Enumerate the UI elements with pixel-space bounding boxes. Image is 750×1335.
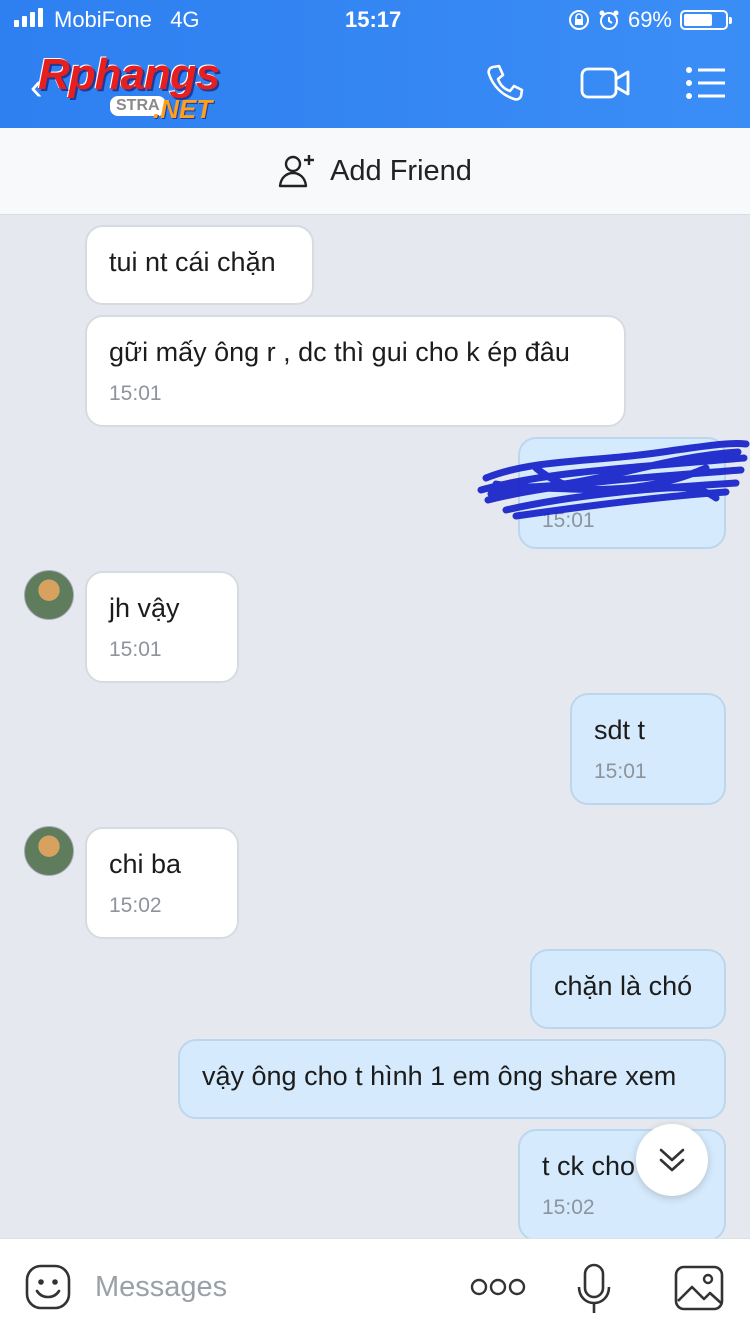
- message-bubble[interactable]: sdt t 15:01: [570, 693, 726, 805]
- avatar[interactable]: [24, 826, 74, 876]
- message-text: chi ba: [109, 849, 182, 879]
- message-text: sdt t: [594, 715, 646, 745]
- message-time: 15:01: [109, 638, 162, 661]
- message-bubble[interactable]: tui nt cái chặn: [85, 225, 314, 305]
- message-time: 15:01: [109, 382, 162, 405]
- image-icon[interactable]: [674, 1265, 724, 1311]
- battery-icon: [680, 10, 732, 30]
- message-input[interactable]: Messages: [95, 1271, 227, 1304]
- message-input-bar: Messages: [0, 1238, 750, 1335]
- message-bubble[interactable]: chi ba 15:02: [85, 827, 239, 939]
- sticker-icon[interactable]: [24, 1263, 72, 1311]
- message-text: jh vậy: [109, 593, 180, 623]
- alarm-icon: [599, 10, 619, 30]
- top-bar: MobiFone 4G 15:17 69% ‹ Rphangs STRA .NE…: [0, 0, 750, 128]
- logo-main: Rphangs: [38, 50, 220, 99]
- status-bar: MobiFone 4G 15:17 69%: [0, 0, 750, 40]
- logo-suffix: .NET: [153, 94, 213, 124]
- message-bubble[interactable]: gữi mấy ông r , dc thì gui cho k ép đâu …: [85, 315, 626, 427]
- message-text: tui nt cái chặn: [109, 247, 276, 277]
- video-call-icon[interactable]: [580, 62, 632, 104]
- message-text: gữi mấy ông r , dc thì gui cho k ép đâu: [109, 337, 570, 367]
- signal-icon: [14, 8, 43, 27]
- add-friend-icon: [278, 155, 315, 188]
- message-bubble[interactable]: chặn là chó: [530, 949, 726, 1029]
- message-text: chặn là chó: [554, 971, 693, 1001]
- chevron-down-icon: [659, 1148, 685, 1172]
- add-friend-label: Add Friend: [330, 154, 472, 187]
- status-right: 69%: [568, 7, 732, 33]
- battery-percent: 69%: [627, 7, 672, 32]
- message-bubble[interactable]: jh vậy 15:01: [85, 571, 239, 683]
- watermark-logo: Rphangs STRA .NET: [38, 50, 268, 124]
- scroll-to-bottom-button[interactable]: [636, 1124, 708, 1196]
- orientation-lock-icon: [568, 10, 589, 30]
- phone-icon[interactable]: [484, 62, 526, 104]
- message-time: 15:02: [109, 894, 162, 917]
- redaction-scribble: [477, 439, 750, 520]
- message-time: 15:02: [542, 1196, 595, 1219]
- carrier-label: MobiFone 4G: [54, 7, 200, 32]
- message-time: 15:01: [594, 760, 647, 783]
- message-text: vậy ông cho t hình 1 em ông share xem: [202, 1061, 677, 1091]
- message-text: t ck cho: [542, 1151, 636, 1181]
- add-friend-button[interactable]: Add Friend: [0, 128, 750, 215]
- avatar[interactable]: [24, 570, 74, 620]
- menu-icon[interactable]: [684, 62, 728, 104]
- status-time: 15:17: [345, 7, 402, 32]
- more-icon[interactable]: [470, 1275, 526, 1299]
- microphone-icon[interactable]: [576, 1263, 612, 1315]
- message-bubble[interactable]: vậy ông cho t hình 1 em ông share xem: [178, 1039, 726, 1119]
